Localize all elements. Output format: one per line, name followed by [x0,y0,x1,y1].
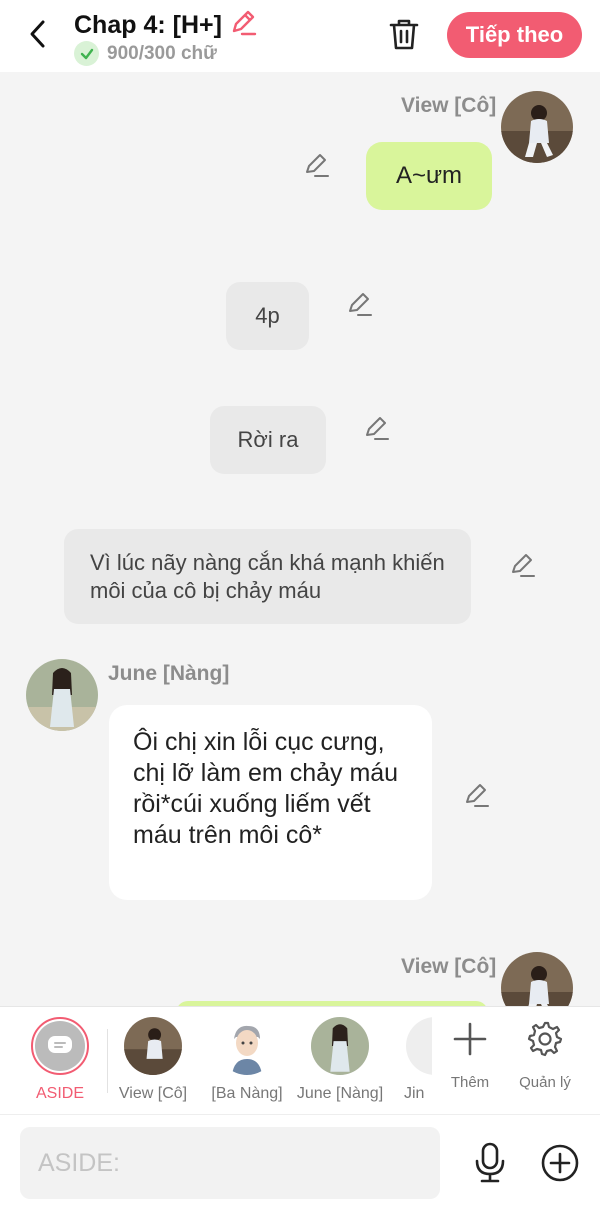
message-input[interactable] [20,1127,440,1199]
pencil-icon [232,10,257,36]
chat-bubble-icon [35,1021,85,1071]
delete-button[interactable] [384,14,424,54]
avatar[interactable] [501,91,573,163]
character-jin[interactable]: Jin [388,1017,432,1103]
header: Chap 4: [H+] 900/300 chữ Tiếp theo [0,0,600,72]
edit-message-button[interactable] [345,290,373,318]
pencil-icon [349,293,372,316]
narration-bubble[interactable]: Rời ra [210,406,326,474]
character-bar: ASIDE View [Cô] [Ba Nàng] June [Nàng] Ji… [0,1006,600,1114]
trash-icon [389,19,419,50]
word-count-row: 900/300 chữ [74,41,217,66]
edit-message-button[interactable] [462,781,490,809]
character-ba-nang[interactable]: [Ba Nàng] [201,1017,293,1103]
composer [0,1114,600,1208]
plus-circle-icon [541,1144,579,1182]
chevron-left-icon [30,20,45,48]
add-character-button[interactable]: Thêm [435,1021,505,1091]
mic-button[interactable] [468,1141,512,1185]
pencil-icon [466,784,489,807]
character-label: Jin [404,1085,425,1102]
character-aside[interactable]: ASIDE [14,1017,106,1103]
add-label: Thêm [450,1074,490,1091]
edit-title-button[interactable] [228,7,258,44]
plus-icon [453,1022,487,1056]
manage-label: Quản lý [519,1074,571,1091]
message-bubble[interactable]: Ôi chị xin lỗi cục cưng, chị lỡ làm em c… [109,705,432,900]
character-label: View [Cô] [118,1085,188,1102]
pencil-icon [366,417,389,440]
word-count: 900/300 chữ [107,42,217,64]
chapter-title: Chap 4: [H+] [74,11,222,39]
character-label: June [Nàng] [296,1085,384,1102]
character-label: [Ba Nàng] [211,1085,283,1102]
manage-button[interactable]: Quản lý [510,1021,580,1091]
speaker-name: View [Cô] [401,955,497,978]
chapter-title-row: Chap 4: [H+] [74,7,258,44]
character-view[interactable]: View [Cô] [107,1017,199,1103]
avatar [311,1017,369,1075]
check-icon [74,41,99,66]
avatar [406,1017,432,1075]
avatar [218,1017,276,1075]
pencil-icon [306,154,329,177]
character-label: ASIDE [35,1085,84,1102]
add-button[interactable] [538,1141,582,1185]
message-bubble[interactable]: A~ưm [366,142,492,210]
avatar[interactable] [26,659,98,731]
avatar [124,1017,182,1075]
narration-bubble[interactable]: 4p [226,282,309,350]
speaker-name: June [Nàng] [108,662,230,685]
edit-message-button[interactable] [362,414,390,442]
gear-icon [527,1021,563,1057]
pencil-icon [512,554,535,577]
microphone-icon [475,1142,505,1183]
edit-message-button[interactable] [508,551,536,579]
narration-bubble[interactable]: Vì lúc nãy nàng cắn khá mạnh khiến môi c… [64,529,471,624]
next-button[interactable]: Tiếp theo [447,12,582,58]
back-button[interactable] [20,16,56,52]
edit-message-button[interactable] [302,151,330,179]
speaker-name: View [Cô] [401,94,497,117]
character-june[interactable]: June [Nàng] [294,1017,386,1103]
